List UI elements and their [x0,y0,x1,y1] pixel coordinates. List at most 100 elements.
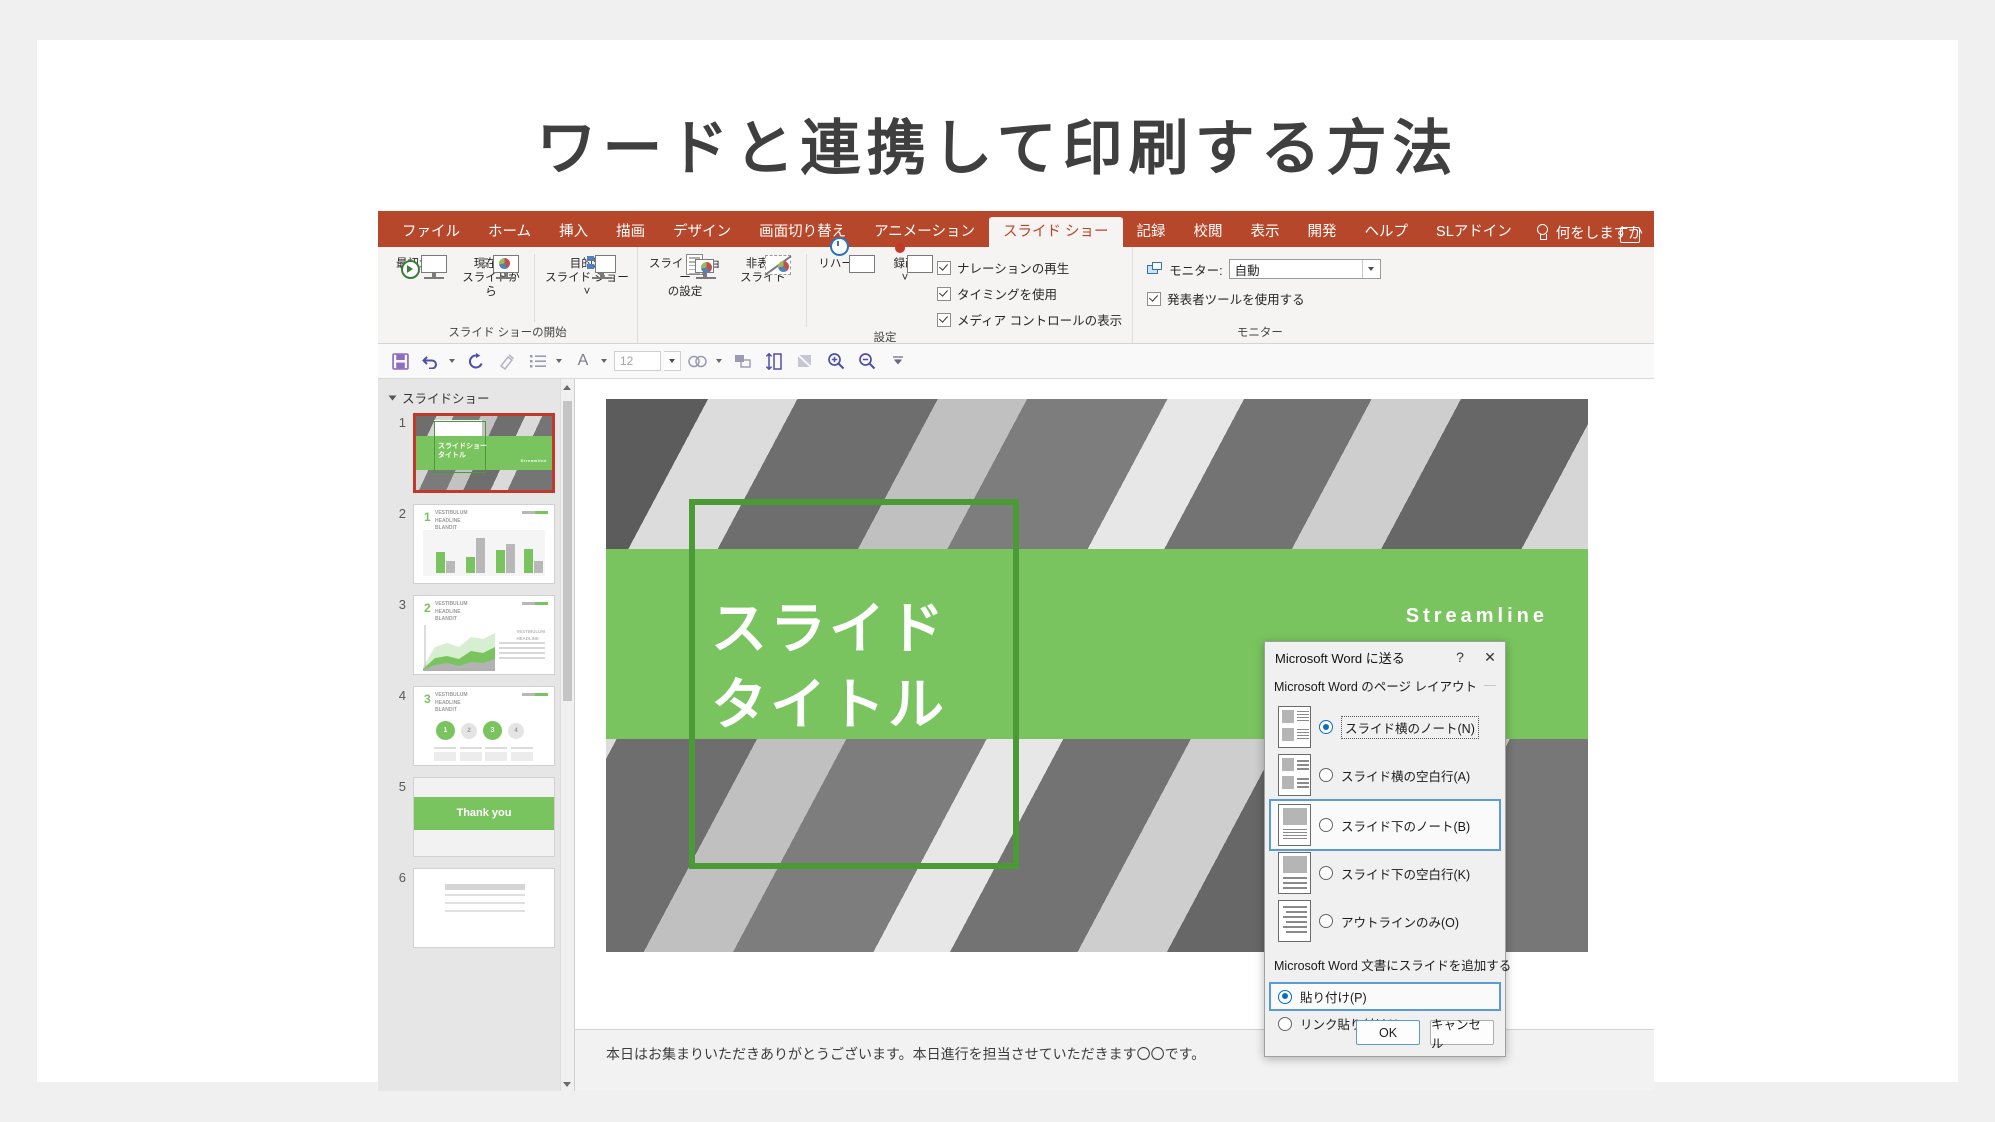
line-spacing-icon[interactable] [760,348,788,374]
font-size-dropdown-icon[interactable] [664,351,681,371]
radio-icon[interactable] [1319,866,1333,880]
layout-option-notes-below-slides[interactable]: スライド下のノート(B) [1269,799,1501,851]
scrollbar-thumb[interactable] [563,401,572,701]
arrange-icon[interactable] [729,348,757,374]
from-current-slide-button[interactable]: 現在の スライドから [456,252,526,299]
tab-record[interactable]: 記録 [1123,217,1180,247]
thumbnail-scrollbar[interactable] [560,379,574,1091]
monitor-selector[interactable]: モニター: 自動 [1147,259,1381,279]
layout-option-outline-only[interactable]: アウトラインのみ(O) [1274,897,1496,945]
font-dropdown-icon[interactable] [601,359,607,363]
thumbnail-row-5[interactable]: 5 Thank you [378,777,574,857]
slide-thumbnail-5[interactable]: Thank you [413,777,555,857]
bullets-dropdown-icon[interactable] [556,359,562,363]
ribbon-group-monitors: モニター: 自動 発表者ツールを使用する モニター [1133,247,1386,343]
save-icon[interactable] [386,348,414,374]
custom-slideshow-button[interactable]: 目的別 スライド ショー ˅ [543,252,631,299]
rehearse-timings-button[interactable]: リハーサル [815,237,879,273]
collapse-triangle-icon[interactable] [388,395,397,400]
redo-icon[interactable] [462,348,490,374]
checkbox-play-narrations[interactable]: ナレーションの再生 [937,258,1122,277]
radio-icon[interactable] [1278,989,1292,1004]
checkbox-label: メディア コントロールの表示 [957,314,1123,328]
slide-thumbnail-6[interactable] [413,868,555,948]
slide-title-textbox[interactable]: スライド タイトル [711,591,947,742]
page-title: ワードと連携して印刷する方法 [536,115,1459,182]
radio-icon[interactable] [1319,914,1333,928]
overflow-icon[interactable] [884,348,912,374]
layout-option-notes-beside-slides[interactable]: スライド横のノート(N) [1274,703,1496,751]
setup-checkbox-list: ナレーションの再生 タイミングを使用 メディア コントロールの表示 [931,252,1126,329]
radio-icon[interactable] [1319,768,1333,782]
tab-file[interactable]: ファイル [388,217,474,247]
monitor-value: 自動 [1234,263,1260,278]
dialog-title-bar[interactable]: Microsoft Word に送る ? ✕ [1265,642,1505,672]
zoom-out-icon[interactable] [853,348,881,374]
setup-slideshow-button[interactable]: スライド ショー の設定 [644,252,726,299]
slide-thumbnail-pane: スライドショー 1 スライドショー タイトル Streamline 2 1 VE… [378,379,575,1091]
thumbnail-row-3[interactable]: 3 2 VESTIBULUM HEADLINE BLANDIT VESTIBUL… [378,595,574,675]
dropdown-arrow-icon[interactable] [1361,260,1380,278]
paste-option-paste[interactable]: 貼り付け(P) [1269,982,1501,1011]
slide-thumbnail-3[interactable]: 2 VESTIBULUM HEADLINE BLANDIT VESTIBULUM… [413,595,555,675]
help-icon[interactable]: ? [1445,649,1475,665]
tab-sl-addin[interactable]: SLアドイン [1422,217,1526,247]
record-button[interactable]: 録画 ˅ [881,243,933,285]
group-label-setup: 設定 [873,332,897,344]
send-to-word-dialog[interactable]: Microsoft Word に送る ? ✕ Microsoft Word のペ… [1264,641,1511,1057]
undo-dropdown-icon[interactable] [449,359,455,363]
thumb-step-number: 1 [424,510,431,524]
tab-insert[interactable]: 挿入 [545,217,602,247]
layout-option-blank-lines-below-slides[interactable]: スライド下の空白行(K) [1274,849,1496,897]
slide-thumbnail-4[interactable]: 3 VESTIBULUM HEADLINE BLANDIT 1 2 3 4 [413,686,555,766]
monitor-label: モニター: [1169,263,1223,278]
checkbox-use-timings[interactable]: タイミングを使用 [937,284,1122,303]
ribbon-tab-bar: ファイル ホーム 挿入 描画 デザイン 画面切り替え アニメーション スライド … [378,211,1654,247]
shapes-dropdown-icon[interactable] [716,359,722,363]
hide-slide-button[interactable]: 非表示 スライド [728,252,798,285]
font-size-input[interactable]: 12 [614,351,661,371]
zoom-in-icon[interactable] [822,348,850,374]
undo-icon[interactable] [417,348,445,374]
from-beginning-button[interactable]: 最初から [384,252,454,279]
comments-icon[interactable] [1620,227,1640,243]
radio-icon[interactable] [1319,818,1333,832]
scroll-up-arrow-icon[interactable] [563,385,571,390]
paste-option-label: 貼り付け(P) [1300,991,1367,1005]
layout-option-blank-lines-beside-slides[interactable]: スライド横の空白行(A) [1274,751,1496,799]
close-icon[interactable]: ✕ [1475,649,1505,666]
slide-page: ワードと連携して印刷する方法 ファイル ホーム 挿入 描画 デザイン 画面切り替… [37,40,1958,1091]
tab-design[interactable]: デザイン [659,217,745,247]
tab-developer[interactable]: 開発 [1294,217,1351,247]
slide-thumbnail-2[interactable]: 1 VESTIBULUM HEADLINE BLANDIT [413,504,555,584]
radio-icon[interactable] [1278,1016,1292,1031]
radio-icon[interactable] [1319,720,1333,734]
tab-draw[interactable]: 描画 [602,217,659,247]
tab-animations[interactable]: アニメーション [860,217,989,247]
slide-thumbnail-1[interactable]: スライドショー タイトル Streamline [413,413,555,493]
tab-slideshow[interactable]: スライド ショー [989,217,1123,247]
thumbnail-row-6[interactable]: 6 [378,868,574,948]
section-header[interactable]: スライドショー [378,379,574,413]
crop-icon[interactable] [791,348,819,374]
tab-home[interactable]: ホーム [474,217,545,247]
scroll-down-arrow-icon[interactable] [563,1082,571,1087]
checkbox-show-media-controls[interactable]: メディア コントロールの表示 [937,310,1122,329]
dialog-body: Microsoft Word のページ レイアウト スライド横のノート(N) ス… [1265,676,1511,1036]
tab-help[interactable]: ヘルプ [1351,217,1423,247]
monitor-dropdown[interactable]: 自動 [1228,259,1381,279]
ribbon-group-start-slideshow: 最初から 現在の スライドから スライド ˅ スライド ショーの開始 [378,247,638,343]
format-painter-icon[interactable] [493,348,521,374]
ok-button[interactable]: OK [1356,1020,1420,1045]
checkbox-use-presenter-view[interactable]: 発表者ツールを使用する [1147,289,1305,308]
thumbnail-row-4[interactable]: 4 3 VESTIBULUM HEADLINE BLANDIT 1 2 3 4 [378,686,574,766]
tab-review[interactable]: 校閲 [1180,217,1237,247]
thumbnail-row-1[interactable]: 1 スライドショー タイトル Streamline [378,413,574,493]
cancel-button[interactable]: キャンセル [1430,1018,1494,1051]
shapes-icon[interactable] [684,348,712,374]
bullets-icon[interactable] [524,348,552,374]
font-icon[interactable]: A [569,348,597,374]
thumbnail-row-2[interactable]: 2 1 VESTIBULUM HEADLINE BLANDIT [378,504,574,584]
tab-view[interactable]: 表示 [1237,217,1294,247]
checkbox-label: ナレーションの再生 [957,262,1070,276]
